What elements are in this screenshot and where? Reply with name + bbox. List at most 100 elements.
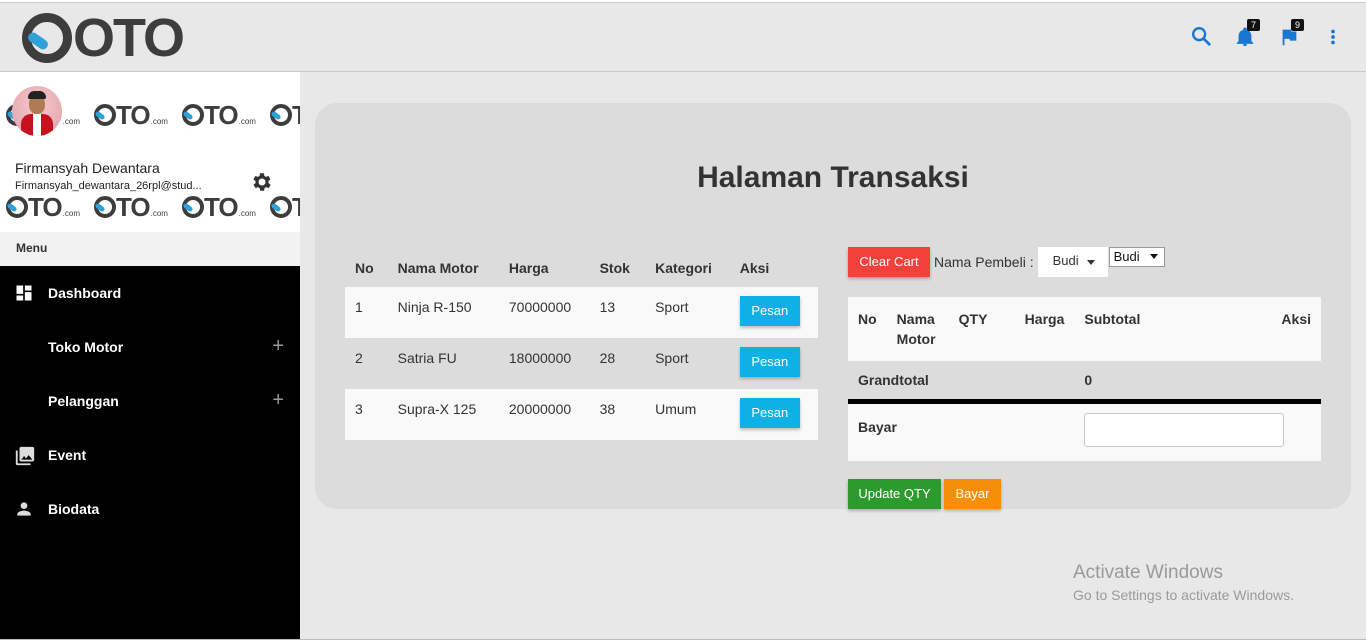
grandtotal-row: Grandtotal 0 — [848, 361, 1321, 404]
cell-aksi: Pesan — [730, 287, 818, 338]
watermark-title: Activate Windows — [1073, 562, 1223, 583]
table-row: 1 Ninja R-150 70000000 13 Sport Pesan — [345, 287, 818, 338]
cell-nama-motor: Supra-X 125 — [397, 401, 477, 417]
sidebar-item-event[interactable]: Event — [0, 428, 300, 482]
search-icon[interactable] — [1190, 25, 1212, 49]
column-header: Nama Motor — [397, 260, 479, 276]
column-header: QTY — [948, 297, 1015, 361]
transaction-card: Halaman Transaksi No Nama Motor Harga St… — [315, 103, 1351, 509]
cart-toolbar: Clear Cart Nama Pembeli : Budi Budi — [848, 247, 1165, 277]
photo-library-icon — [12, 445, 35, 466]
oto-logo[interactable]: OTO — [22, 8, 185, 68]
sidebar-nav: Dashboard Toko Motor + Pelanggan + Event… — [0, 266, 300, 536]
brand-pattern-row: TO.com TO.com TO.com TO.com — [6, 194, 300, 220]
pattern-logo: TO.com — [269, 194, 300, 220]
sidebar-item-label: Biodata — [48, 501, 100, 517]
sidebar-item-biodata[interactable]: Biodata — [0, 482, 300, 536]
watermark-subtitle: Go to Settings to activate Windows. — [1073, 587, 1294, 603]
column-header: No — [355, 260, 374, 276]
sidebar-item-toko-motor[interactable]: Toko Motor + — [0, 320, 300, 374]
pattern-logo: TO.com — [93, 102, 168, 128]
table-row: 2 Satria FU 18000000 28 Sport Pesan — [345, 338, 818, 389]
column-header: Nama Motor — [886, 297, 949, 361]
grandtotal-label: Grandtotal — [848, 361, 1075, 404]
sidebar-item-label: Toko Motor — [48, 339, 124, 355]
gear-icon[interactable] — [250, 170, 274, 194]
person-icon — [14, 499, 36, 519]
column-header: Aksi — [1223, 297, 1321, 361]
dashboard-icon — [14, 283, 36, 303]
pesan-button[interactable]: Pesan — [739, 398, 800, 428]
pesan-button[interactable]: Pesan — [739, 296, 800, 326]
cell-nama-motor: Satria FU — [397, 350, 457, 366]
pembeli-dropdown-value: Budi — [1052, 253, 1079, 268]
bayar-row: Bayar — [848, 401, 1321, 461]
table-header-row: No Nama Motor Harga Stok Kategori Aksi — [345, 249, 818, 287]
cell-stok: 28 — [599, 350, 616, 366]
page-title: Halaman Transaksi — [697, 161, 969, 194]
cart-actions: Update QTY Bayar — [848, 479, 1001, 509]
logo-text: OTO — [73, 8, 185, 68]
cell-no: 2 — [355, 350, 363, 366]
sidebar-item-label: Event — [48, 447, 87, 463]
column-header: Stok — [599, 260, 630, 276]
flag-icon[interactable]: 9 — [1278, 19, 1304, 49]
cell-kategori: Umum — [655, 401, 697, 417]
pattern-logo: TO.com — [269, 102, 300, 128]
profile-name: Firmansyah Dewantara — [15, 160, 160, 176]
cell-stok: 13 — [599, 299, 616, 315]
sidebar-item-dashboard[interactable]: Dashboard — [0, 266, 300, 320]
pesan-button[interactable]: Pesan — [739, 347, 800, 377]
cell-harga: 70000000 — [508, 299, 572, 315]
pattern-logo: TO.com — [6, 194, 80, 220]
clear-cart-button[interactable]: Clear Cart — [848, 247, 930, 277]
table-header-row: No Nama Motor QTY Harga Subtotal Aksi — [848, 297, 1321, 361]
column-header: Subtotal — [1074, 297, 1224, 361]
pattern-logo: TO.com — [93, 194, 168, 220]
column-header: No — [848, 297, 887, 361]
pattern-logo: TO.com — [181, 102, 256, 128]
pembeli-dropdown[interactable]: Budi — [1037, 247, 1108, 277]
grandtotal-value: 0 — [1074, 361, 1321, 404]
menu-header: Menu — [0, 232, 300, 266]
avatar[interactable] — [12, 86, 62, 136]
sidebar-item-pelanggan[interactable]: Pelanggan + — [0, 374, 300, 428]
products-table: No Nama Motor Harga Stok Kategori Aksi 1… — [345, 249, 818, 440]
cell-no: 1 — [355, 299, 363, 315]
nama-pembeli-label: Nama Pembeli : — [934, 254, 1034, 270]
column-header: Aksi — [739, 260, 770, 276]
profile-email: Firmansyah_dewantara_26rpl@stud... — [15, 180, 202, 192]
caret-down-icon — [1086, 260, 1095, 265]
cell-harga: 20000000 — [508, 401, 572, 417]
expand-plus-icon[interactable]: + — [272, 336, 284, 356]
notifications-badge: 7 — [1247, 19, 1260, 31]
cell-harga: 18000000 — [508, 350, 572, 366]
table-row: 3 Supra-X 125 20000000 38 Umum Pesan — [345, 389, 818, 440]
caret-down-icon — [1149, 254, 1158, 259]
cell-nama-motor: Ninja R-150 — [397, 299, 472, 315]
cell-stok: 38 — [599, 401, 616, 417]
cart-table: No Nama Motor QTY Harga Subtotal Aksi Gr… — [848, 297, 1321, 461]
cell-kategori: Sport — [655, 350, 689, 366]
pattern-logo: TO.com — [181, 194, 256, 220]
sidebar: TO.com TO.com TO.com TO.com TO.com TO.co… — [0, 72, 300, 640]
header-actions: 7 9 — [1190, 19, 1344, 49]
profile-panel: TO.com TO.com TO.com TO.com TO.com TO.co… — [0, 72, 300, 232]
bayar-button[interactable]: Bayar — [944, 479, 1001, 509]
column-header: Harga — [508, 260, 549, 276]
expand-plus-icon[interactable]: + — [272, 390, 284, 410]
update-qty-button[interactable]: Update QTY — [848, 479, 941, 509]
notifications-bell-icon[interactable]: 7 — [1234, 19, 1260, 49]
more-vert-icon[interactable] — [1322, 25, 1344, 49]
bayar-input[interactable] — [1084, 412, 1285, 447]
sidebar-item-label: Pelanggan — [48, 393, 119, 409]
activate-windows-watermark: Activate Windows Go to Settings to activ… — [1073, 561, 1294, 605]
pembeli-select-value: Budi — [1113, 249, 1140, 264]
cell-aksi: Pesan — [730, 389, 818, 440]
cell-aksi: Pesan — [730, 338, 818, 389]
pembeli-select[interactable]: Budi — [1108, 247, 1165, 267]
sidebar-item-label: Dashboard — [48, 285, 122, 301]
cell-kategori: Sport — [655, 299, 689, 315]
flags-badge: 9 — [1291, 19, 1304, 31]
bayar-label: Bayar — [848, 401, 1075, 461]
